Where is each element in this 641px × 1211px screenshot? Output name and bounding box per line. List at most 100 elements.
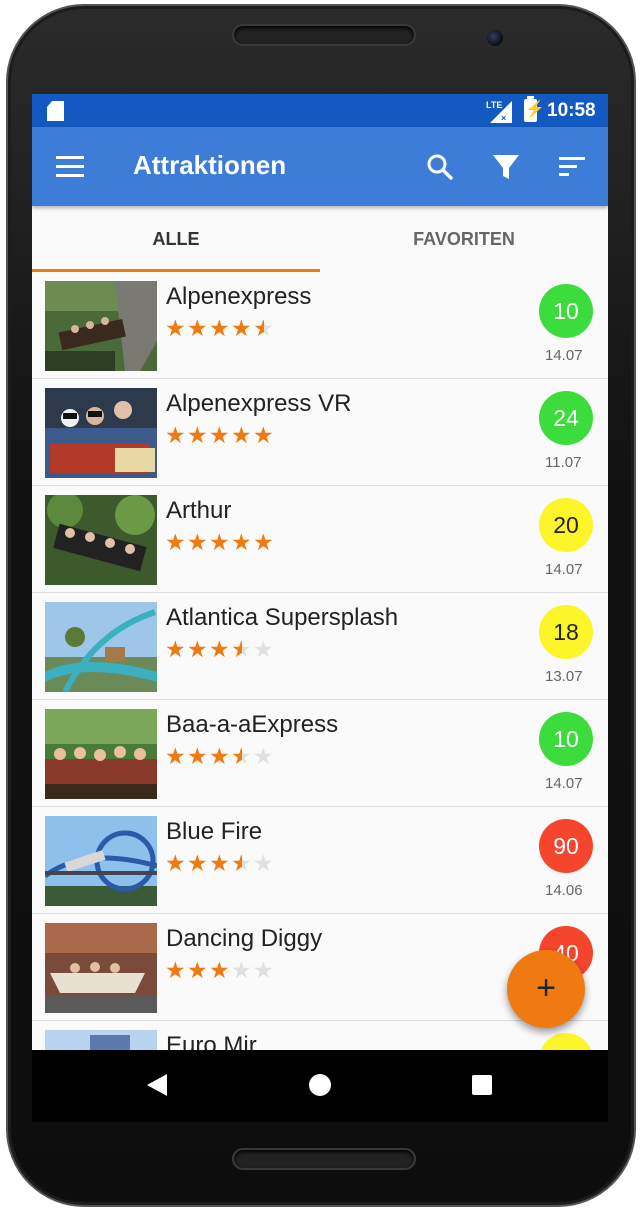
star-icon: ★ (165, 743, 187, 769)
list-item[interactable]: Alpenexpress ★★★★★ 10 14.07 (32, 272, 608, 379)
update-date: 14.07 (545, 347, 583, 364)
attraction-thumbnail (45, 816, 157, 906)
tab-alle[interactable]: ALLE (32, 206, 320, 272)
page-title: Attraktionen (133, 150, 287, 180)
star-icon: ★ (231, 636, 253, 662)
rating-stars: ★★★★★ (165, 850, 275, 877)
star-icon: ★ (187, 850, 209, 876)
attraction-thumbnail (45, 602, 157, 692)
lte-signal-icon: LTE × (486, 100, 512, 123)
svg-text:×: × (501, 113, 506, 123)
star-icon: ★ (165, 529, 187, 555)
star-icon: ★ (209, 529, 231, 555)
system-navigation-bar (32, 1050, 608, 1122)
list-item[interactable]: Baa-a-aExpress ★★★★★ 10 14.07 (32, 700, 608, 807)
attraction-thumbnail (45, 923, 157, 1013)
app-screen: LTE × ⚡ 10:58 Attraktionen ALLE FAVORITE… (32, 94, 608, 1122)
network-label: LTE (486, 100, 502, 110)
star-icon: ★ (253, 636, 275, 662)
attraction-thumbnail (45, 709, 157, 799)
star-icon: ★ (253, 743, 275, 769)
star-icon: ★ (165, 957, 187, 983)
wait-time-badge: 10 (539, 284, 593, 338)
star-icon: ★ (187, 315, 209, 341)
attraction-name: Atlantica Supersplash (166, 604, 399, 631)
star-icon: ★ (165, 850, 187, 876)
star-icon: ★ (253, 850, 275, 876)
star-icon: ★ (253, 957, 275, 983)
star-icon: ★ (187, 529, 209, 555)
home-icon[interactable] (309, 1074, 331, 1096)
list-item[interactable]: Arthur ★★★★★ 20 14.07 (32, 486, 608, 593)
add-button[interactable]: + (507, 950, 585, 1028)
bottom-speaker (232, 1148, 416, 1170)
attraction-name: Blue Fire (166, 818, 263, 845)
star-icon: ★ (231, 529, 253, 555)
star-icon: ★ (209, 743, 231, 769)
star-icon: ★ (209, 850, 231, 876)
star-icon: ★ (165, 636, 187, 662)
star-icon: ★ (209, 315, 231, 341)
wait-time-badge: 10 (539, 712, 593, 766)
attraction-name: Alpenexpress VR (166, 390, 352, 417)
rating-stars: ★★★★★ (165, 636, 275, 663)
rating-stars: ★★★★★ (165, 315, 275, 342)
update-date: 14.06 (545, 882, 583, 899)
wait-time-badge: 90 (539, 819, 593, 873)
attraction-name: Arthur (166, 497, 232, 524)
star-icon: ★ (253, 422, 275, 448)
recent-apps-icon[interactable] (472, 1075, 492, 1095)
star-icon: ★ (187, 957, 209, 983)
star-icon: ★ (165, 315, 187, 341)
search-icon[interactable] (418, 145, 462, 189)
device-frame: LTE × ⚡ 10:58 Attraktionen ALLE FAVORITE… (0, 0, 641, 1211)
tab-bar: ALLE FAVORITEN (32, 206, 608, 272)
star-icon: ★ (187, 743, 209, 769)
filter-icon[interactable] (484, 145, 528, 189)
star-icon: ★ (209, 636, 231, 662)
rating-stars: ★★★★★ (165, 957, 275, 984)
star-icon: ★ (231, 422, 253, 448)
status-time: 10:58 (547, 100, 596, 121)
update-date: 14.07 (545, 775, 583, 792)
star-icon: ★ (231, 957, 253, 983)
update-date: 14.07 (545, 561, 583, 578)
star-icon: ★ (187, 422, 209, 448)
star-icon: ★ (231, 743, 253, 769)
wait-time-badge: 24 (539, 391, 593, 445)
star-icon: ★ (209, 422, 231, 448)
attraction-thumbnail (45, 281, 157, 371)
star-icon: ★ (231, 315, 253, 341)
menu-icon[interactable] (52, 151, 88, 183)
wait-time-badge: 18 (539, 605, 593, 659)
update-date: 11.07 (545, 454, 582, 471)
star-icon: ★ (209, 957, 231, 983)
update-date: 13.07 (545, 668, 583, 685)
star-icon: ★ (253, 315, 275, 341)
list-item[interactable]: Alpenexpress VR ★★★★★ 24 11.07 (32, 379, 608, 486)
star-icon: ★ (187, 636, 209, 662)
list-item[interactable]: Blue Fire ★★★★★ 90 14.06 (32, 807, 608, 914)
attraction-thumbnail (45, 495, 157, 585)
status-bar: LTE × ⚡ 10:58 (32, 94, 608, 127)
front-camera (487, 30, 503, 46)
tab-favoriten[interactable]: FAVORITEN (320, 206, 608, 272)
top-speaker (232, 24, 416, 46)
sort-icon[interactable] (550, 145, 594, 189)
list-item[interactable]: Atlantica Supersplash ★★★★★ 18 13.07 (32, 593, 608, 700)
attraction-thumbnail (45, 388, 157, 478)
app-toolbar: Attraktionen (32, 127, 608, 206)
rating-stars: ★★★★★ (165, 529, 275, 556)
star-icon: ★ (231, 850, 253, 876)
back-icon[interactable] (147, 1074, 167, 1096)
attraction-name: Baa-a-aExpress (166, 711, 339, 738)
sd-card-icon (47, 101, 64, 121)
battery-charging-icon: ⚡ (524, 96, 545, 122)
attraction-name: Alpenexpress (166, 283, 312, 310)
rating-stars: ★★★★★ (165, 422, 275, 449)
wait-time-badge: 20 (539, 498, 593, 552)
star-icon: ★ (165, 422, 187, 448)
rating-stars: ★★★★★ (165, 743, 275, 770)
attraction-name: Dancing Diggy (166, 925, 323, 952)
star-icon: ★ (253, 529, 275, 555)
